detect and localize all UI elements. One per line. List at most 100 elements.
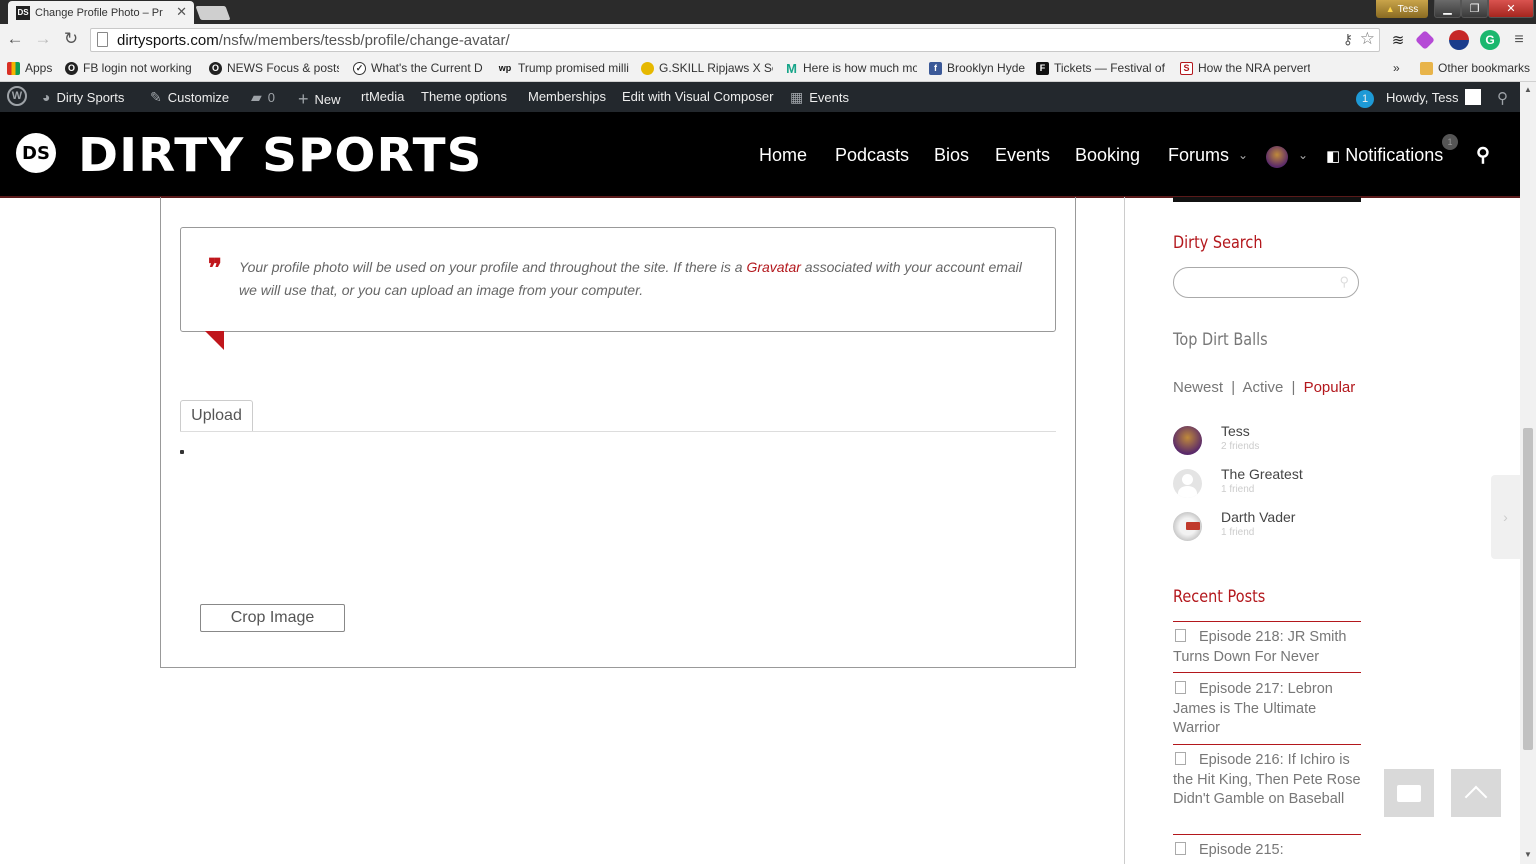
site-logo-text[interactable]: DIRTY SPORTS	[78, 128, 482, 182]
adminbar-my-account[interactable]: Howdy, Tess	[1386, 89, 1481, 105]
tickets-icon: F	[1036, 61, 1049, 75]
close-tab-icon[interactable]: ✕	[176, 4, 187, 20]
scroll-down-arrow-icon[interactable]: ▼	[1524, 850, 1532, 859]
nav-bios[interactable]: Bios	[934, 145, 969, 166]
forward-arrow-icon[interactable]: →	[32, 29, 54, 49]
buffer-extension-icon[interactable]: ≋	[1388, 30, 1408, 50]
back-arrow-icon[interactable]: ←	[4, 29, 26, 49]
menu-icon[interactable]: ≡	[1509, 30, 1529, 50]
bookmark-item[interactable]: F Tickets — Festival of	[1036, 61, 1166, 75]
nav-events[interactable]: Events	[995, 145, 1050, 166]
nav-booking[interactable]: Booking	[1075, 145, 1140, 166]
divider	[1173, 621, 1361, 622]
apps-icon	[7, 61, 20, 75]
brush-icon: ✎	[150, 89, 162, 105]
grammarly-extension-icon[interactable]: G	[1480, 30, 1500, 50]
nav-notifications[interactable]: ◧ Notifications	[1326, 145, 1443, 166]
tab-upload[interactable]: Upload	[180, 400, 253, 432]
gskill-icon	[641, 61, 654, 75]
new-tab-button[interactable]	[195, 6, 231, 20]
search-widget-title: Dirty Search	[1173, 233, 1263, 253]
recent-post-link[interactable]: Episode 215:	[1173, 841, 1361, 861]
chevron-down-icon[interactable]: ⌄	[1298, 148, 1308, 162]
nav-podcasts[interactable]: Podcasts	[835, 145, 909, 166]
recent-post-link[interactable]: Episode 216: If Ichiro is the Hit King, …	[1173, 751, 1361, 810]
chevron-down-icon[interactable]: ⌄	[1238, 148, 1248, 162]
close-window-button[interactable]: ✕	[1488, 0, 1534, 18]
avatar[interactable]	[1173, 426, 1202, 455]
tab-newest[interactable]: Newest	[1173, 379, 1223, 396]
adminbar-visual-composer[interactable]: Edit with Visual Composer	[622, 89, 774, 104]
bookmark-item[interactable]: S How the NRA pervert	[1180, 61, 1310, 75]
adminbar-customize[interactable]: ✎ Customize	[150, 89, 229, 106]
wp-admin-bar: W ◕ Dirty Sports ✎ Customize ▰ 0 + New r…	[0, 82, 1520, 112]
gravatar-link[interactable]: Gravatar	[746, 259, 800, 275]
member-item[interactable]: The Greatest 1 friend	[1173, 466, 1363, 503]
nav-forums[interactable]: Forums	[1168, 145, 1229, 166]
member-item[interactable]: Tess 2 friends	[1173, 423, 1363, 460]
wordpress-logo-icon[interactable]: W	[7, 86, 27, 106]
sidebar-divider	[1124, 197, 1125, 864]
avatar[interactable]	[1173, 512, 1202, 541]
adminbar-theme-options[interactable]: Theme options	[421, 89, 507, 104]
scroll-to-top-button[interactable]	[1451, 769, 1501, 817]
sidebar-search-input[interactable]: ⚲	[1173, 267, 1359, 298]
nav-home[interactable]: Home	[759, 145, 807, 166]
search-icon[interactable]: ⚲	[1476, 144, 1490, 167]
star-icon[interactable]: ☆	[1360, 29, 1375, 49]
crop-image-button[interactable]: Crop Image	[200, 604, 345, 632]
browser-tab-active[interactable]: DS Change Profile Photo – Pr ✕	[8, 1, 194, 24]
member-item[interactable]: Darth Vader 1 friend	[1173, 509, 1363, 546]
adminbar-comments[interactable]: ▰ 0	[251, 89, 275, 106]
bookmark-item[interactable]: wp Trump promised milli	[497, 61, 629, 75]
member-name[interactable]: Tess	[1221, 423, 1250, 439]
reload-icon[interactable]: ↻	[60, 29, 82, 49]
avatar[interactable]	[1173, 469, 1202, 498]
document-icon	[1175, 752, 1186, 765]
sidebar-banner-image[interactable]	[1173, 197, 1361, 202]
adminbar-search-icon[interactable]: ⚲	[1497, 89, 1508, 107]
tab-popular[interactable]: Popular	[1304, 379, 1356, 396]
bookmark-other[interactable]: Other bookmarks	[1420, 61, 1532, 75]
member-name[interactable]: The Greatest	[1221, 466, 1303, 482]
bookmark-item[interactable]: ✓ What's the Current D	[353, 61, 485, 75]
bookmark-item[interactable]: M Here is how much mo	[785, 61, 917, 75]
chevron-right-icon[interactable]: ›	[1491, 475, 1520, 559]
adminbar-rtmedia[interactable]: rtMedia	[361, 89, 404, 104]
recent-post-link[interactable]: Episode 218: JR Smith Turns Down For Nev…	[1173, 628, 1361, 667]
address-bar[interactable]: dirtysports.com/nsfw/members/tessb/profi…	[90, 28, 1380, 52]
bookmark-item[interactable]: O FB login not working	[65, 61, 195, 75]
flag-extension-icon[interactable]	[1449, 30, 1469, 50]
member-name[interactable]: Darth Vader	[1221, 509, 1295, 525]
user-avatar-menu[interactable]	[1266, 146, 1288, 168]
divider	[1173, 744, 1361, 745]
contact-button[interactable]	[1384, 769, 1434, 817]
page-scrollbar[interactable]: ▲ ▼	[1520, 82, 1536, 864]
bookmarks-overflow-button[interactable]: »	[1393, 61, 1407, 75]
member-friends: 2 friends	[1221, 441, 1260, 452]
clock-icon: ✓	[353, 61, 366, 75]
browser-profile-button[interactable]: ▲ Tess	[1376, 0, 1428, 18]
scrollbar-thumb[interactable]	[1523, 428, 1533, 750]
recent-post-link[interactable]: Episode 217: Lebron James is The Ultimat…	[1173, 680, 1361, 739]
tab-active[interactable]: Active	[1242, 379, 1283, 396]
notification-count-badge[interactable]: 1	[1356, 90, 1374, 108]
restore-button[interactable]: ❐	[1461, 0, 1488, 18]
adminbar-events[interactable]: ▦ Events	[790, 89, 849, 106]
search-icon[interactable]: ⚲	[1339, 274, 1349, 290]
envelope-icon	[1397, 784, 1421, 802]
adminbar-new[interactable]: + New	[298, 89, 341, 110]
minimize-button[interactable]: ▁	[1434, 0, 1461, 18]
scroll-up-arrow-icon[interactable]: ▲	[1524, 85, 1532, 94]
adminbar-memberships[interactable]: Memberships	[528, 89, 606, 104]
globe-icon: O	[209, 61, 222, 75]
adminbar-site-name[interactable]: ◕ Dirty Sports	[42, 89, 124, 105]
key-icon[interactable]: ⚷	[1343, 31, 1353, 48]
bookmark-item[interactable]: f Brooklyn Hyde	[929, 61, 1029, 75]
bookmark-apps[interactable]: Apps	[7, 61, 57, 75]
bookmark-item[interactable]: G.SKILL Ripjaws X Seri	[641, 61, 773, 75]
divider	[1173, 672, 1361, 673]
bookmark-item[interactable]: O NEWS Focus & posts	[209, 61, 339, 75]
notification-icon: ◧	[1326, 148, 1341, 165]
site-logo-mark[interactable]: DS	[16, 133, 56, 173]
